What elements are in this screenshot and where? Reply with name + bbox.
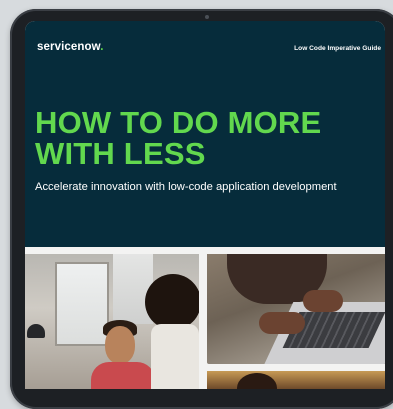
camera-icon (205, 15, 209, 19)
person-photo (207, 371, 385, 389)
person-head-shape-3 (237, 373, 277, 389)
subtitle: Accelerate innovation with low-code appl… (35, 181, 337, 193)
headline-line-1: HOW TO DO MORE (35, 105, 322, 140)
person-head-shape (105, 326, 135, 364)
guide-label: Low Code Imperative Guide (294, 45, 381, 52)
document-cover: servicenow. Low Code Imperative Guide HO… (25, 21, 385, 389)
servicenow-logo: servicenow. (37, 41, 104, 53)
hero-section: servicenow. Low Code Imperative Guide HO… (25, 21, 385, 247)
hand-shape-2 (303, 290, 343, 312)
laptop-typing-photo (207, 254, 385, 364)
office-meeting-photo (25, 254, 199, 389)
headline-line-2: WITH LESS (35, 136, 206, 171)
person-shirt-shape (91, 362, 155, 389)
hand-shape-1 (259, 312, 305, 334)
logo-text: servicenow (37, 41, 101, 53)
window-shape (55, 262, 109, 346)
lamp-shape (27, 324, 45, 338)
person-2-hair-shape (145, 274, 199, 330)
headline: HOW TO DO MORE WITH LESS (35, 107, 375, 169)
person-2-body-shape (151, 324, 199, 389)
logo-dot: . (100, 41, 104, 53)
